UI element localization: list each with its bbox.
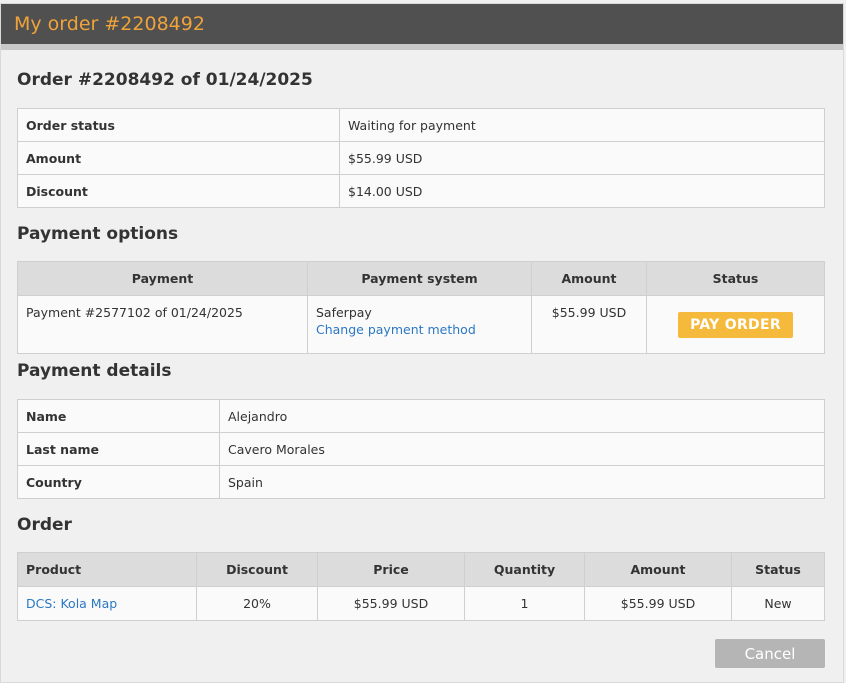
order-summary-table: Order status Waiting for payment Amount … xyxy=(17,108,825,208)
column-header: Product xyxy=(17,552,197,587)
table-row: Payment #2577102 of 01/24/2025 Saferpay … xyxy=(17,295,825,354)
order-items-table: Product Discount Price Quantity Amount S… xyxy=(17,552,825,621)
column-header: Payment system xyxy=(307,261,532,296)
order-items-heading: Order xyxy=(17,515,72,535)
amount-cell: $55.99 USD xyxy=(584,586,732,621)
payment-id: Payment #2577102 of 01/24/2025 xyxy=(17,295,308,354)
table-row: DCS: Kola Map 20% $55.99 USD 1 $55.99 US… xyxy=(17,586,825,621)
payment-amount: $55.99 USD xyxy=(531,295,647,354)
detail-label: Country xyxy=(17,465,220,499)
payment-details-heading: Payment details xyxy=(17,361,172,381)
summary-label: Discount xyxy=(17,174,340,208)
product-cell: DCS: Kola Map xyxy=(17,586,197,621)
column-header: Payment xyxy=(17,261,308,296)
cancel-button[interactable]: Cancel xyxy=(715,639,825,668)
summary-value: $14.00 USD xyxy=(339,174,825,208)
table-row: Amount $55.99 USD xyxy=(17,141,825,175)
summary-value: Waiting for payment xyxy=(339,108,825,142)
column-header: Status xyxy=(731,552,825,587)
detail-value: Alejandro xyxy=(219,399,825,433)
status-cell: New xyxy=(731,586,825,621)
change-payment-method-link[interactable]: Change payment method xyxy=(316,322,523,337)
order-dialog: My order #2208492 Order #2208492 of 01/2… xyxy=(0,3,844,683)
summary-label: Amount xyxy=(17,141,340,175)
column-header: Amount xyxy=(531,261,647,296)
payment-system-cell: Saferpay Change payment method xyxy=(307,295,532,354)
payment-options-heading: Payment options xyxy=(17,224,179,244)
payment-system-name: Saferpay xyxy=(316,305,372,320)
pay-order-button[interactable]: PAY ORDER xyxy=(678,311,793,338)
order-heading: Order #2208492 of 01/24/2025 xyxy=(17,70,313,90)
table-row: Name Alejandro xyxy=(17,399,825,433)
product-link[interactable]: DCS: Kola Map xyxy=(26,596,117,611)
title-bar: My order #2208492 xyxy=(1,4,843,50)
detail-value: Spain xyxy=(219,465,825,499)
table-header-row: Payment Payment system Amount Status xyxy=(17,261,825,296)
table-header-row: Product Discount Price Quantity Amount S… xyxy=(17,552,825,587)
column-header: Amount xyxy=(584,552,732,587)
table-row: Country Spain xyxy=(17,465,825,499)
detail-label: Last name xyxy=(17,432,220,466)
summary-value: $55.99 USD xyxy=(339,141,825,175)
summary-label: Order status xyxy=(17,108,340,142)
payment-options-table: Payment Payment system Amount Status Pay… xyxy=(17,261,825,354)
discount-cell: 20% xyxy=(196,586,318,621)
quantity-cell: 1 xyxy=(464,586,585,621)
payment-status-cell: PAY ORDER xyxy=(646,295,825,354)
payment-details-table: Name Alejandro Last name Cavero Morales … xyxy=(17,399,825,499)
table-row: Last name Cavero Morales xyxy=(17,432,825,466)
price-cell: $55.99 USD xyxy=(317,586,465,621)
detail-value: Cavero Morales xyxy=(219,432,825,466)
column-header: Discount xyxy=(196,552,318,587)
column-header: Quantity xyxy=(464,552,585,587)
column-header: Price xyxy=(317,552,465,587)
table-row: Order status Waiting for payment xyxy=(17,108,825,142)
column-header: Status xyxy=(646,261,825,296)
window-title: My order #2208492 xyxy=(14,13,205,35)
table-row: Discount $14.00 USD xyxy=(17,174,825,208)
detail-label: Name xyxy=(17,399,220,433)
